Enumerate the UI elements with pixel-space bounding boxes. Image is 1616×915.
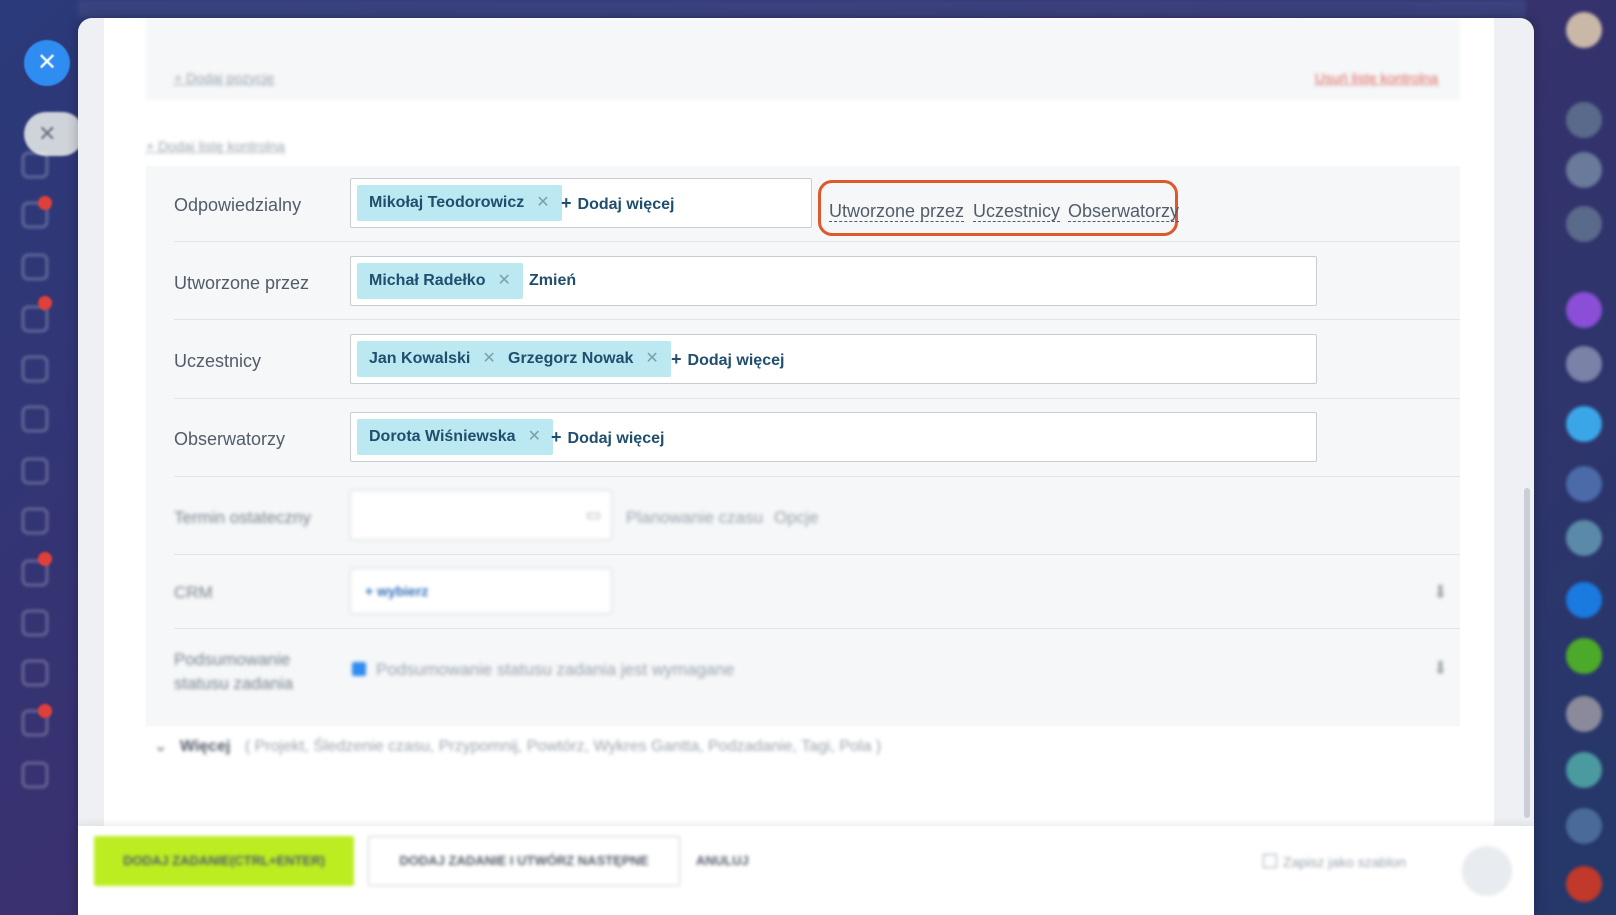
right-sidebar (1526, 0, 1616, 915)
scrollbar[interactable] (1524, 488, 1530, 818)
tasks-icon[interactable] (22, 254, 48, 280)
user-avatar[interactable] (1566, 752, 1602, 788)
user-avatar[interactable] (1566, 466, 1602, 502)
crm-field[interactable]: + wybierz (350, 568, 612, 614)
divider (174, 398, 1460, 399)
created-by-field[interactable]: Michał Radełko ✕ Zmień (350, 256, 1317, 306)
user-avatar[interactable] (1566, 638, 1602, 674)
link-observers[interactable]: Obserwatorzy (1068, 201, 1180, 222)
crm-select-link[interactable]: + wybierz (365, 583, 428, 599)
add-position-link[interactable]: + Dodaj pozycję (174, 70, 274, 86)
checklist-box (146, 18, 1460, 100)
more-section[interactable]: ⌄ Więcej ( Projekt, Śledzenie czasu, Prz… (154, 736, 881, 756)
add-observer-button[interactable]: + Dodaj więcej (551, 419, 664, 455)
summary-checkbox[interactable] (352, 662, 366, 676)
close-slider-icon[interactable]: ✕ (24, 112, 84, 156)
bell-icon[interactable] (1566, 102, 1602, 138)
role-links-highlight: Utworzone przez Uczestnicy Obserwatorzy (818, 180, 1180, 236)
time-planning-link[interactable]: Planowanie czasu (626, 508, 763, 528)
delete-checklist-link[interactable]: Usuń listę kontrolną (1315, 70, 1438, 86)
cancel-button[interactable]: ANULUJ (696, 836, 749, 886)
add-task-button[interactable]: DODAJ ZADANIE(CTRL+ENTER) (94, 836, 354, 886)
divider (174, 241, 1460, 242)
add-and-next-button[interactable]: DODAJ ZADANIE I UTWÓRZ NASTĘPNE (368, 836, 680, 886)
divider (174, 319, 1460, 320)
plus-icon: + (671, 349, 682, 369)
user-avatar[interactable] (1566, 696, 1602, 732)
responsible-field[interactable]: Mikołaj Teodorowicz ✕ + Dodaj więcej (350, 178, 812, 228)
crm-label: CRM (174, 583, 213, 602)
sign-icon[interactable] (22, 610, 48, 636)
avatar[interactable] (1566, 12, 1602, 48)
summary-label: Podsumowanie statusu zadania (174, 650, 294, 693)
deadline-input[interactable]: ▭ (350, 490, 612, 540)
chat-icon[interactable] (1566, 152, 1602, 188)
calendar-icon[interactable]: ▭ (586, 505, 601, 525)
user-avatar[interactable] (1566, 346, 1602, 382)
user-avatar[interactable] (1566, 808, 1602, 844)
menu-icon[interactable] (1462, 846, 1512, 896)
divider (174, 628, 1460, 629)
divider (174, 476, 1460, 477)
task-form-panel: + Dodaj pozycję Usuń listę kontrolną + D… (78, 18, 1534, 915)
summary-checkbox-label: Podsumowanie statusu zadania jest wymaga… (376, 660, 735, 679)
remove-icon[interactable]: ✕ (645, 350, 658, 367)
observer-chip[interactable]: Dorota Wiśniewska ✕ (357, 419, 553, 455)
cart-icon[interactable] (22, 356, 48, 382)
remove-icon[interactable]: ✕ (536, 194, 549, 211)
save-template-option[interactable]: Zapisz jako szablon (1263, 854, 1406, 870)
close-icon[interactable]: ✕ (24, 40, 70, 86)
responsible-label: Odpowiedzialny (174, 195, 302, 215)
notification-badge (38, 552, 52, 566)
observers-field[interactable]: Dorota Wiśniewska ✕ + Dodaj więcej (350, 412, 1317, 462)
participants-label: Uczestnicy (174, 351, 262, 371)
participants-field[interactable]: Jan Kowalski ✕ Grzegorz Nowak ✕ + Dodaj wię… (350, 334, 1317, 384)
store-icon[interactable] (22, 406, 48, 432)
options-link[interactable]: Opcje (774, 508, 818, 528)
plus-icon: + (551, 427, 562, 447)
observers-label: Obserwatorzy (174, 429, 286, 449)
top-bar (78, 0, 1526, 18)
responsible-chip[interactable]: Mikołaj Teodorowicz ✕ (357, 185, 562, 221)
add-participant-button[interactable]: + Dodaj więcej (671, 341, 784, 377)
remove-icon[interactable]: ✕ (497, 272, 510, 289)
video-icon[interactable] (1566, 866, 1602, 902)
link-created-by[interactable]: Utworzone przez (829, 201, 965, 222)
copilot-icon[interactable] (1566, 292, 1602, 328)
calendar-icon[interactable] (22, 458, 48, 484)
remove-icon[interactable]: ✕ (482, 350, 495, 367)
notification-badge (38, 704, 52, 718)
add-responsible-button[interactable]: + Dodaj więcej (561, 185, 674, 221)
chat-icon[interactable] (22, 152, 48, 178)
footer-bar: DODAJ ZADANIE(CTRL+ENTER) DODAJ ZADANIE … (78, 826, 1534, 915)
change-creator-link[interactable]: Zmień (529, 263, 576, 299)
task-form-card: + Dodaj pozycję Usuń listę kontrolną + D… (104, 18, 1494, 826)
link-participants[interactable]: Uczestnicy (973, 201, 1061, 222)
group-icon[interactable] (1566, 406, 1602, 442)
left-sidebar: ✕ ✕ (0, 0, 84, 915)
checkbox[interactable] (1263, 854, 1278, 868)
notification-badge (38, 296, 52, 310)
apps-icon[interactable] (22, 762, 48, 788)
add-checklist-link[interactable]: + Dodaj listę kontrolną (146, 138, 285, 154)
pin-icon[interactable]: ⬇ (1433, 582, 1448, 603)
plus-icon: + (561, 193, 572, 213)
search-icon[interactable] (1566, 206, 1602, 242)
divider (174, 554, 1460, 555)
bitrix24-icon[interactable] (1566, 582, 1602, 618)
notification-badge (38, 196, 52, 210)
participant-chip[interactable]: Grzegorz Nowak ✕ (496, 341, 671, 377)
analytics-icon[interactable] (22, 508, 48, 534)
pin-icon[interactable]: ⬇ (1433, 658, 1448, 679)
created-by-label: Utworzone przez (174, 273, 310, 293)
created-by-chip[interactable]: Michał Radełko ✕ (357, 263, 523, 299)
settings-icon[interactable] (22, 660, 48, 686)
user-avatar[interactable] (1566, 520, 1602, 556)
participant-chip[interactable]: Jan Kowalski ✕ (357, 341, 508, 377)
deadline-label: Termin ostateczny (174, 508, 311, 527)
remove-icon[interactable]: ✕ (528, 428, 541, 445)
chevron-down-icon: ⌄ (154, 738, 168, 755)
